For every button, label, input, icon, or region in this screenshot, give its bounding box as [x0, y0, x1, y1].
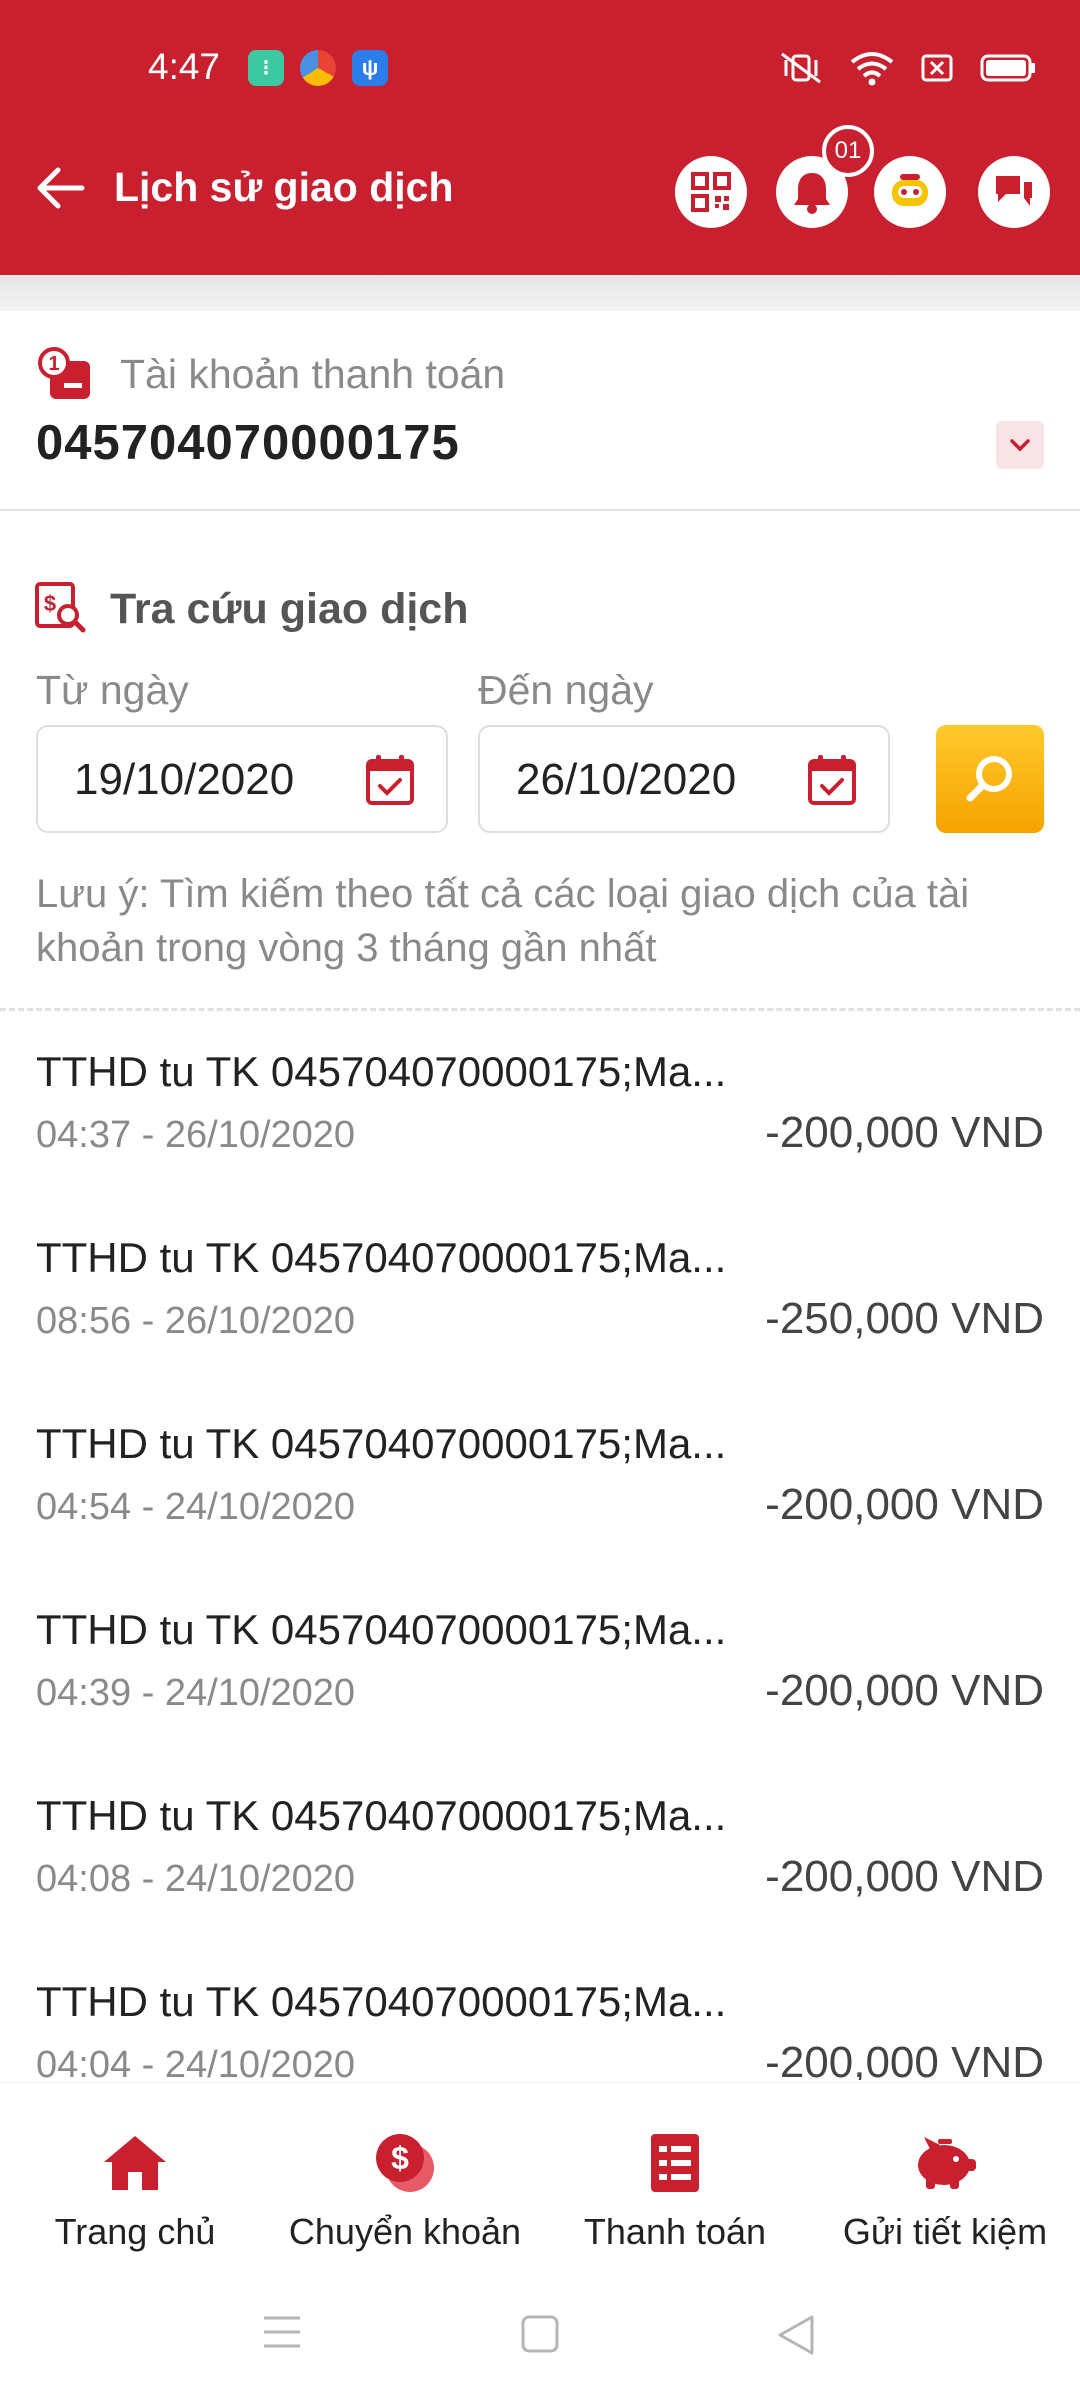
svg-text:1: 1 — [48, 353, 59, 375]
transaction-time: 04:39 - 24/10/2020 — [36, 1672, 356, 1714]
home-button-icon[interactable] — [520, 2314, 560, 2354]
chat-icon — [996, 176, 1032, 206]
transaction-row[interactable]: TTHD tu TK 045704070000175;Ma... 04:39 -… — [0, 1570, 1080, 1756]
svg-text:$: $ — [44, 591, 56, 616]
transaction-row[interactable]: TTHD tu TK 045704070000175;Ma... 08:56 -… — [0, 1198, 1080, 1384]
transaction-time: 04:08 - 24/10/2020 — [36, 1858, 356, 1900]
app-bar: Lịch sử giao dịch 01 — [0, 125, 1080, 230]
transaction-description: TTHD tu TK 045704070000175;Ma... — [36, 1234, 727, 1281]
notification-badge: 01 — [822, 125, 874, 177]
to-date-value: 26/10/2020 — [516, 755, 737, 804]
transaction-row[interactable]: TTHD tu TK 045704070000175;Ma... 04:08 -… — [0, 1756, 1080, 1942]
header: 4:47 ⁝ ψ Lịch sử giao dịch 01 — [0, 0, 1080, 275]
status-time: 4:47 — [148, 46, 221, 87]
piggy-bank-icon — [918, 2137, 976, 2189]
account-number: 045704070000175 — [36, 416, 460, 470]
account-label: Tài khoản thanh toán — [120, 351, 506, 397]
page-title: Lịch sử giao dịch — [114, 164, 454, 210]
transaction-amount: -200,000 VND — [765, 1666, 1044, 1715]
no-sim-icon — [921, 54, 953, 82]
transaction-list: TTHD tu TK 045704070000175;Ma... 04:37 -… — [0, 1012, 1080, 2080]
transaction-time: 04:54 - 24/10/2020 — [36, 1486, 356, 1528]
chevron-down-icon — [1010, 439, 1030, 452]
mute-vibrate-icon — [781, 52, 821, 84]
transaction-amount: -200,000 VND — [765, 2038, 1044, 2080]
assistant-button[interactable] — [874, 156, 946, 228]
transaction-row[interactable]: TTHD tu TK 045704070000175;Ma... 04:54 -… — [0, 1384, 1080, 1570]
chat-button[interactable] — [978, 156, 1050, 228]
bottom-navigation: Trang chủ $ Chuyển khoản Thanh toán Gửi … — [0, 2082, 1080, 2270]
transaction-time: 08:56 - 26/10/2020 — [36, 1300, 356, 1342]
transaction-description: TTHD tu TK 045704070000175;Ma... — [36, 1420, 727, 1467]
qr-code-icon — [691, 172, 731, 212]
transaction-time: 04:37 - 26/10/2020 — [36, 1114, 356, 1156]
to-date-field[interactable]: 26/10/2020 — [478, 725, 890, 833]
bell-icon — [794, 173, 830, 214]
menu-icon[interactable] — [262, 2314, 302, 2350]
transaction-row[interactable]: TTHD tu TK 045704070000175;Ma... 04:37 -… — [0, 1012, 1080, 1198]
from-date-label: Từ ngày — [36, 667, 189, 713]
home-icon — [104, 2136, 166, 2190]
usb-icon: ψ — [352, 50, 388, 86]
transaction-amount: -200,000 VND — [765, 1852, 1044, 1901]
battery-icon — [980, 54, 1035, 82]
transaction-description: TTHD tu TK 045704070000175;Ma... — [36, 1792, 727, 1839]
back-arrow-icon[interactable] — [34, 164, 86, 212]
app-notification-icon: ⁝ — [248, 50, 284, 86]
transaction-description: TTHD tu TK 045704070000175;Ma... — [36, 1048, 727, 1095]
to-date-label: Đến ngày — [478, 667, 654, 713]
account-dropdown-button[interactable] — [996, 421, 1044, 469]
transaction-amount: -250,000 VND — [765, 1294, 1044, 1343]
nav-savings[interactable]: Gửi tiết kiệm — [810, 2127, 1080, 2253]
robot-assistant-icon — [892, 174, 928, 206]
status-bar: 4:47 ⁝ ψ — [0, 0, 1080, 130]
calendar-icon[interactable] — [806, 753, 858, 807]
nav-home[interactable]: Trang chủ — [0, 2127, 270, 2253]
svg-text:$: $ — [391, 2140, 409, 2176]
transaction-row[interactable]: TTHD tu TK 045704070000175;Ma... 04:04 -… — [0, 1942, 1080, 2080]
calendar-icon[interactable] — [364, 753, 416, 807]
system-icons — [778, 50, 1036, 86]
nav-transfer[interactable]: $ Chuyển khoản — [270, 2127, 540, 2253]
transaction-amount: -200,000 VND — [765, 1480, 1044, 1529]
from-date-value: 19/10/2020 — [74, 755, 295, 804]
nav-savings-label: Gửi tiết kiệm — [842, 2211, 1048, 2252]
header-shadow — [0, 275, 1080, 311]
payment-account-icon: 1 — [38, 347, 90, 399]
transaction-description: TTHD tu TK 045704070000175;Ma... — [36, 1978, 727, 2025]
nav-home-label: Trang chủ — [54, 2211, 216, 2252]
search-title: Tra cứu giao dịch — [110, 585, 469, 633]
browser-notification-icon — [300, 50, 336, 86]
search-transaction-icon: $ — [35, 582, 86, 633]
money-transfer-icon: $ — [376, 2134, 434, 2192]
transaction-amount: -200,000 VND — [765, 1108, 1044, 1157]
notification-icons: ⁝ ψ — [248, 50, 388, 86]
nav-payment[interactable]: Thanh toán — [540, 2127, 810, 2253]
nav-payment-label: Thanh toán — [583, 2211, 767, 2252]
from-date-field[interactable]: 19/10/2020 — [36, 725, 448, 833]
account-selector[interactable]: 1 Tài khoản thanh toán 045704070000175 — [0, 311, 1080, 511]
search-note: Lưu ý: Tìm kiếm theo tất cả các loại gia… — [36, 872, 970, 970]
nav-transfer-label: Chuyển khoản — [288, 2211, 522, 2252]
bill-icon — [651, 2134, 699, 2192]
transaction-search: $ Tra cứu giao dịch Từ ngày Đến ngày 19/… — [0, 511, 1080, 1011]
system-navigation-bar — [0, 2270, 1080, 2400]
back-button-icon[interactable] — [776, 2314, 816, 2356]
search-icon — [966, 756, 1012, 802]
transaction-description: TTHD tu TK 045704070000175;Ma... — [36, 1606, 727, 1653]
wifi-icon — [850, 52, 894, 86]
search-button[interactable] — [936, 725, 1044, 833]
qr-code-button[interactable] — [675, 156, 747, 228]
transaction-time: 04:04 - 24/10/2020 — [36, 2044, 356, 2080]
